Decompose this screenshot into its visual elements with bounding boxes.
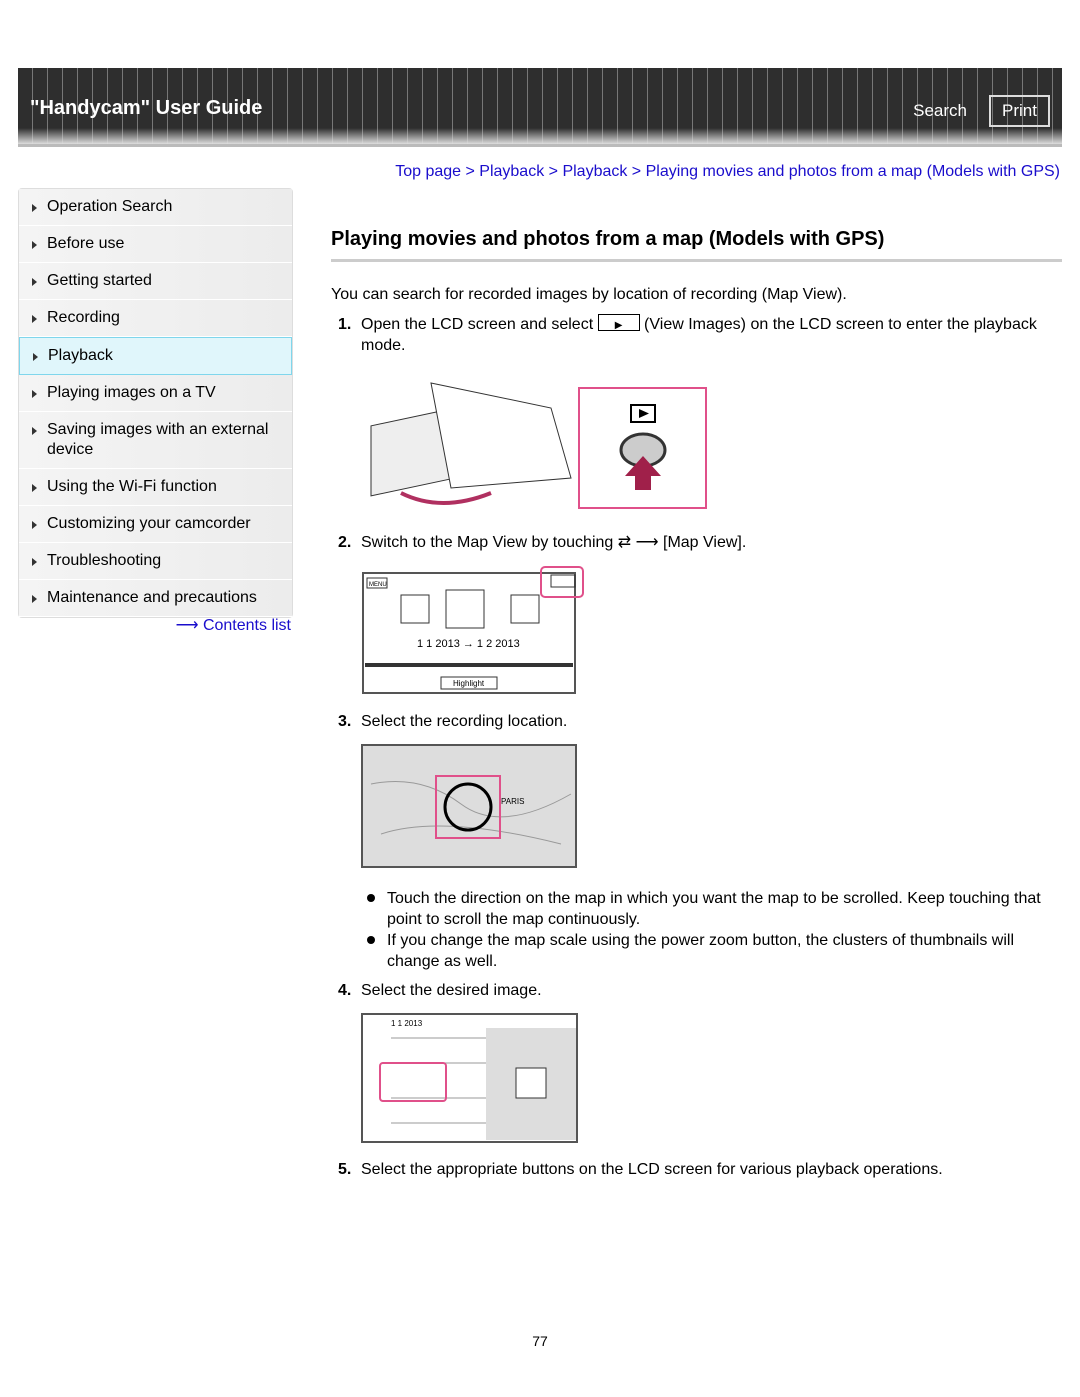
sidebar: Operation Search Before use Getting star… (18, 188, 293, 618)
page: "Handycam" User Guide Search Print Top p… (0, 0, 1080, 1397)
search-link[interactable]: Search (913, 101, 967, 121)
sidebar-item-troubleshooting[interactable]: Troubleshooting (19, 543, 292, 580)
map-view-screen-illustration: MENU 1 1 2013 → 1 2 2013 Highlight (362, 566, 584, 694)
select-image-illustration: 1 1 2013 (361, 1013, 578, 1143)
step-5: 5. Select the appropriate buttons on the … (331, 1159, 1062, 1180)
sidebar-item-customizing[interactable]: Customizing your camcorder (19, 506, 292, 543)
breadcrumb-current[interactable]: Playing movies and photos from a map (Mo… (646, 163, 1060, 180)
step-text: Select the desired image. (361, 982, 542, 999)
step-text: Select the appropriate buttons on the LC… (361, 1161, 943, 1178)
page-title: Playing movies and photos from a map (Mo… (331, 228, 1062, 262)
step-text: Open the LCD screen and select (361, 316, 594, 333)
sidebar-item-saving-external[interactable]: Saving images with an external device (19, 412, 292, 469)
arrow-right-icon: ⟶ (175, 617, 199, 634)
page-number: 77 (532, 1333, 548, 1349)
step-text: Switch to the Map View by touching (361, 534, 614, 551)
main-content: Playing movies and photos from a map (Mo… (331, 228, 1062, 1188)
step-text: [Map View]. (663, 534, 747, 551)
bullet-2: If you change the map scale using the po… (331, 930, 1062, 972)
step-number: 4. (338, 982, 352, 999)
menu-label: MENU (369, 582, 387, 588)
view-images-icon: ▶ (597, 314, 640, 331)
sidebar-item-recording[interactable]: Recording (19, 300, 292, 337)
breadcrumb-top-page[interactable]: Top page (395, 163, 461, 180)
paris-label: PARIS (501, 797, 524, 806)
map-view-toggle-icon: ⇄ (617, 534, 632, 551)
intro-text: You can search for recorded images by lo… (331, 286, 847, 303)
sidebar-item-getting-started[interactable]: Getting started (19, 263, 292, 300)
app-title: "Handycam" User Guide (30, 97, 263, 119)
bullet-1: Touch the direction on the map in which … (331, 888, 1062, 930)
breadcrumb: Top page > Playback > Playback > Playing… (395, 163, 1060, 180)
contents-list-label: Contents list (202, 617, 291, 634)
sidebar-item-playback[interactable]: Playback (19, 337, 292, 375)
step-number: 5. (338, 1161, 352, 1178)
step-number: 3. (338, 713, 352, 730)
step-1: 1. Open the LCD screen and select ▶ (View… (331, 314, 1062, 356)
breadcrumb-playback-2[interactable]: Playback (562, 163, 627, 180)
sidebar-item-maintenance[interactable]: Maintenance and precautions (19, 580, 292, 617)
camcorder-illustration (370, 382, 707, 509)
sidebar-item-playing-on-tv[interactable]: Playing images on a TV (19, 375, 292, 412)
contents-list-link[interactable]: ⟶ Contents list (176, 615, 291, 635)
step-number: 2. (338, 534, 352, 551)
step-2: 2. Switch to the Map View by touching ⇄ ⟶… (331, 532, 1062, 553)
sidebar-item-operation-search[interactable]: Operation Search (19, 189, 292, 226)
step-text: Select the recording location. (361, 713, 568, 730)
map-location-illustration: PARIS (361, 744, 577, 868)
date-label: 1 1 2013 (391, 1019, 423, 1028)
arrow-right-icon: ⟶ (635, 534, 659, 551)
header: "Handycam" User Guide Search Print (18, 68, 1062, 147)
highlight-label: Highlight (453, 679, 485, 688)
breadcrumb-playback[interactable]: Playback (479, 163, 544, 180)
step-number: 1. (338, 316, 352, 333)
step-4: 4. Select the desired image. (331, 980, 1062, 1001)
step-3: 3. Select the recording location. (331, 711, 1062, 732)
sidebar-item-wifi[interactable]: Using the Wi-Fi function (19, 469, 292, 506)
sidebar-item-before-use[interactable]: Before use (19, 226, 292, 263)
date-range-label: 1 1 2013 → 1 2 2013 (417, 638, 520, 650)
print-button[interactable]: Print (989, 95, 1050, 127)
